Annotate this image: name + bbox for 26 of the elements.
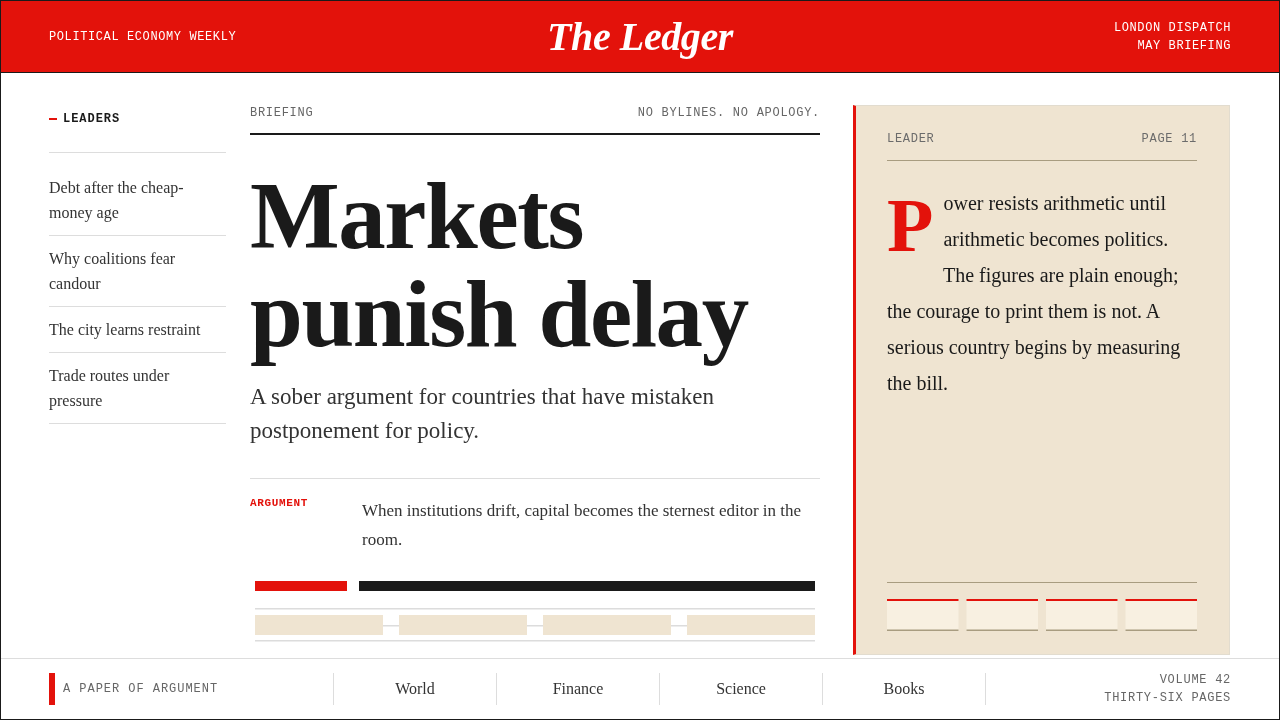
article-link[interactable]: Debt after the cheap-money age (49, 175, 226, 225)
nav-link[interactable]: World (395, 679, 435, 699)
article-link[interactable]: Trade routes under pressure (49, 363, 226, 413)
section-label: BRIEFING (250, 105, 314, 121)
accent-bar-icon (49, 673, 55, 705)
dash-icon (49, 118, 57, 120)
card-label: LEADER (887, 132, 935, 146)
nav-link[interactable]: Finance (552, 679, 604, 699)
leader-paragraph: The figures are plain enough; the courage to print them is not. A serious country begins by measuring the bill. (887, 263, 1182, 396)
argument-text: When institutions drift, capital becomes the sternest editor in the room. (362, 500, 803, 551)
article-link[interactable]: The city learns restraint (49, 317, 226, 342)
standfirst: A sober argument for countries that have mistaken postponement for policy. (250, 383, 715, 445)
masthead-tagline: POLITICAL ECONOMY WEEKLY (49, 28, 237, 45)
article-link[interactable]: Why coalitions fear candour (49, 246, 226, 296)
argument-label: ARGUMENT (250, 496, 310, 511)
section-heading: LEADERS (63, 112, 121, 126)
motto-text: NO BYLINES. NO APOLOGY. (637, 105, 820, 121)
masthead-title: The Ledger (547, 12, 733, 61)
nav-link[interactable]: Science (716, 679, 766, 699)
edition-line: MAY BRIEFING (1137, 37, 1231, 55)
volume-line: THIRTY-SIX PAGES (1104, 690, 1231, 707)
footer-motto: A PAPER OF ARGUMENT (63, 681, 219, 697)
edition-line: LONDON DISPATCH (1113, 19, 1231, 37)
page-number: PAGE 11 (1141, 132, 1197, 146)
nav-link[interactable]: Books (883, 679, 925, 699)
volume-line: VOLUME 42 (1159, 672, 1231, 689)
